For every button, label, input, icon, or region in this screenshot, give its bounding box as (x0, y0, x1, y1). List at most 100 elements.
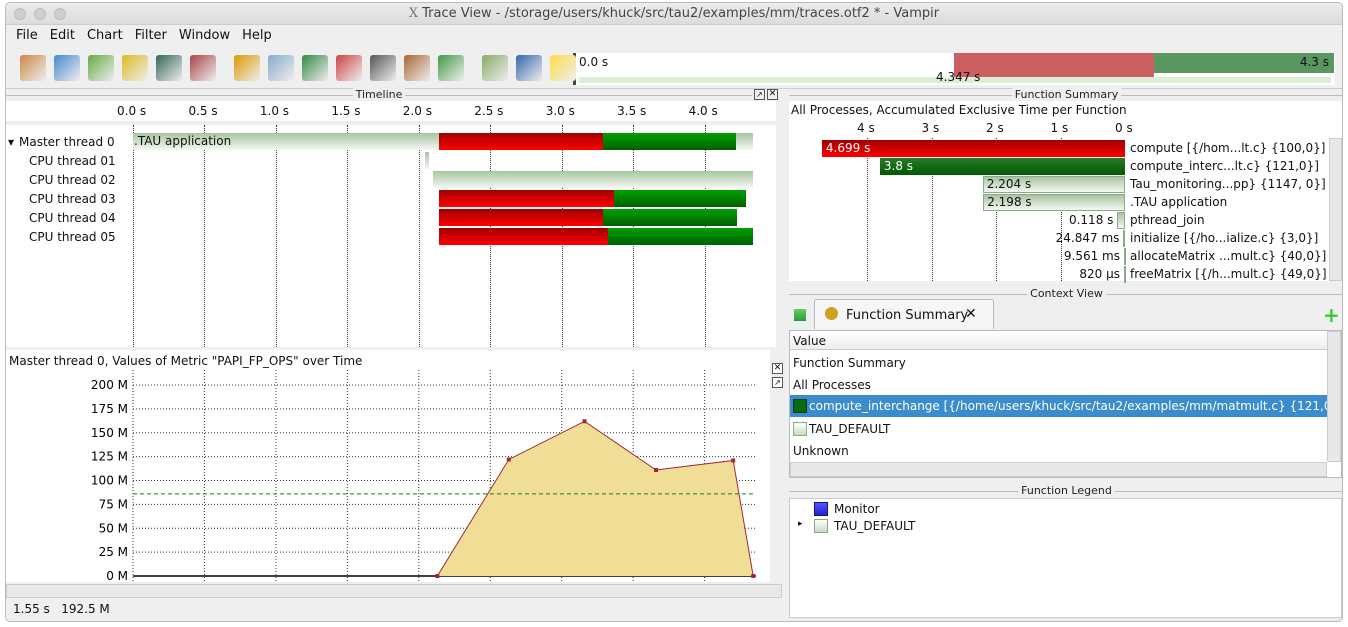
message-summary-icon[interactable] (268, 55, 294, 81)
row-label[interactable]: Master thread 0 (19, 135, 115, 149)
undock-icon[interactable]: ↗ (754, 89, 765, 100)
overview-cursor: 4.347 s (936, 70, 981, 84)
system-tree-icon[interactable] (438, 55, 464, 81)
group-icon[interactable] (482, 55, 508, 81)
lightbulb-icon[interactable] (550, 55, 576, 81)
function-name[interactable]: compute_interc...lt.c} {121,0}] (1130, 159, 1319, 173)
y-tick-label: 150 M (91, 426, 128, 440)
function-bar[interactable] (439, 209, 603, 226)
row-label[interactable]: CPU thread 04 (29, 211, 116, 225)
counter-chart[interactable]: 0 M 25 M 50 M 75 M 100 M 125 M 150 M 175 M 200 M (6, 350, 770, 582)
time-tick: 0.0 s (117, 104, 147, 118)
function-bar[interactable] (439, 190, 614, 207)
grid-line (275, 125, 277, 347)
function-bar[interactable] (439, 133, 603, 150)
function-name[interactable]: freeMatrix [{/h...mult.c} {49,0}] (1130, 267, 1327, 281)
grid-line (867, 138, 868, 281)
time-tick: 2.0 s (402, 104, 432, 118)
vertical-scrollbar[interactable] (1327, 331, 1341, 462)
context-view-table: Value Function Summary All Processes com… (789, 330, 1342, 478)
y-tick-label: 50 M (99, 521, 128, 535)
expand-arrow-icon[interactable]: ▸ (798, 519, 803, 529)
function-name[interactable]: allocateMatrix ...mult.c} {40,0}] (1130, 249, 1326, 263)
master-timeline-icon[interactable] (20, 55, 46, 81)
function-bar[interactable] (608, 228, 753, 245)
process-timeline-icon[interactable] (54, 55, 80, 81)
menu-window[interactable]: Window (173, 25, 236, 47)
column-header[interactable]: Value (790, 331, 1327, 350)
row-label[interactable]: CPU thread 05 (29, 230, 116, 244)
summary-timeline-icon[interactable] (156, 55, 182, 81)
pin-icon[interactable] (516, 55, 542, 81)
axis-tick: 3 s (921, 121, 940, 135)
function-bar[interactable] (433, 171, 753, 188)
status-value: 192.5 M (61, 602, 110, 616)
grid-line (204, 125, 206, 347)
performance-radar-icon[interactable] (122, 55, 148, 81)
row-label[interactable]: CPU thread 03 (29, 192, 116, 206)
function-bar[interactable] (1124, 266, 1126, 283)
data-point (654, 467, 659, 472)
function-legend-title: Function Legend (789, 484, 1342, 497)
close-window-button[interactable] (14, 8, 26, 20)
maximize-window-button[interactable] (54, 8, 66, 20)
function-name[interactable]: pthread_join (1130, 213, 1205, 227)
time-tick: 1.0 s (259, 104, 290, 118)
zoom-overview[interactable]: 0.0 s 4.3 s 4.347 s (573, 53, 1335, 85)
close-icon[interactable]: ✕ (767, 89, 778, 100)
grid-line (418, 125, 420, 347)
context-row[interactable]: All Processes (793, 378, 871, 392)
axis-tick: 1 s (1050, 121, 1069, 135)
menu-help[interactable]: Help (236, 25, 278, 47)
horizontal-scrollbar[interactable] (790, 462, 1327, 477)
function-bar[interactable] (603, 133, 736, 150)
function-bar[interactable] (1123, 230, 1126, 247)
function-name[interactable]: Tau_monitoring...pp} {1147, 0}] (1130, 177, 1326, 191)
function-name[interactable]: compute [{/hom...lt.c} {100,0}] (1130, 141, 1325, 155)
function-bar[interactable] (1117, 212, 1125, 229)
function-bar[interactable] (603, 209, 737, 226)
function-name[interactable]: .TAU application (1130, 195, 1227, 209)
horizontal-scrollbar[interactable] (6, 584, 782, 598)
io-events-icon[interactable] (370, 55, 396, 81)
process-summary-icon[interactable] (302, 55, 328, 81)
undock-icon[interactable]: ↗ (772, 377, 783, 388)
add-icon[interactable]: + (1323, 303, 1340, 327)
color-swatch (814, 502, 828, 516)
context-row-selected[interactable]: compute_interchange [{/home/users/khuck/… (790, 395, 1327, 417)
communication-matrix-icon[interactable] (336, 55, 362, 81)
grid-line (133, 125, 134, 347)
menu-file[interactable]: File (10, 25, 44, 47)
tab-function-summary[interactable]: Function Summary ✕ (814, 299, 994, 329)
function-bar[interactable] (1124, 248, 1126, 265)
expand-triangle-icon[interactable]: ▾ (8, 135, 14, 149)
row-label[interactable]: CPU thread 02 (29, 173, 116, 187)
function-bar[interactable] (425, 152, 429, 169)
function-bar[interactable] (439, 228, 608, 245)
context-row[interactable]: TAU_DEFAULT (809, 422, 890, 436)
function-summary-icon[interactable] (234, 55, 260, 81)
context-row[interactable]: Function Summary (793, 356, 906, 370)
close-tab-icon[interactable]: ✕ (965, 306, 977, 322)
function-bar[interactable] (879, 158, 1125, 175)
row-label[interactable]: CPU thread 01 (29, 154, 116, 168)
function-name[interactable]: initialize [{/ho...ialize.c} {3,0}] (1130, 231, 1318, 245)
vertical-scrollbar[interactable] (1329, 138, 1342, 281)
time-tick: 3.5 s (617, 104, 647, 118)
function-value: 820 µs (1079, 267, 1120, 281)
menu-filter[interactable]: Filter (129, 25, 173, 47)
menu-edit[interactable]: Edit (44, 25, 81, 47)
minimize-window-button[interactable] (34, 8, 46, 20)
context-row[interactable]: Unknown (793, 444, 849, 458)
list-icon[interactable] (794, 309, 806, 321)
time-tick: 1.5 s (331, 104, 361, 118)
legend-item[interactable]: TAU_DEFAULT (834, 519, 915, 533)
color-swatch (793, 399, 807, 413)
call-tree-icon[interactable] (190, 55, 216, 81)
call-stack-icon[interactable] (404, 55, 430, 81)
menu-chart[interactable]: Chart (81, 25, 129, 47)
close-icon[interactable]: ✕ (772, 363, 783, 374)
legend-item[interactable]: Monitor (834, 502, 880, 516)
function-bar[interactable] (614, 190, 746, 207)
counter-timeline-icon[interactable] (88, 55, 114, 81)
